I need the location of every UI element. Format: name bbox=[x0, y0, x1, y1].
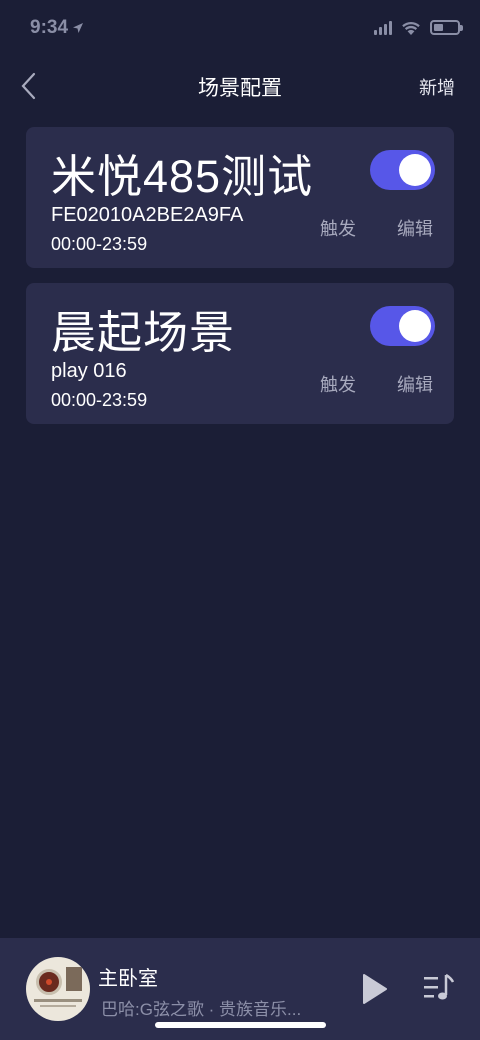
status-time-text: 9:34 bbox=[30, 17, 69, 38]
page-title: 场景配置 bbox=[198, 77, 282, 100]
battery-icon bbox=[430, 20, 463, 35]
status-bar: 9:34 bbox=[0, 0, 480, 58]
scene-name: 晨起场景 bbox=[51, 307, 236, 358]
scene-time-range: 00:00-23:59 bbox=[51, 234, 148, 254]
toggle-knob bbox=[399, 154, 431, 186]
toggle-knob bbox=[399, 310, 431, 342]
scene-name: 米悦485测试 bbox=[51, 151, 314, 202]
play-button[interactable] bbox=[358, 971, 390, 1007]
cell-signal-icon bbox=[374, 20, 392, 35]
album-art[interactable] bbox=[26, 957, 90, 1021]
album-disc-graphic bbox=[36, 969, 62, 995]
trigger-button[interactable]: 触发 bbox=[320, 215, 356, 241]
playlist-button[interactable] bbox=[420, 971, 456, 1005]
scene-card: 晨起场景 play 016 00:00-23:59 触发 编辑 bbox=[26, 283, 454, 424]
status-indicators bbox=[374, 20, 463, 35]
edit-button[interactable]: 编辑 bbox=[397, 215, 433, 241]
home-indicator bbox=[155, 1022, 326, 1028]
location-arrow-icon bbox=[73, 23, 84, 33]
nav-bar: 场景配置 新增 bbox=[0, 58, 480, 114]
trigger-button[interactable]: 触发 bbox=[320, 371, 356, 397]
scene-time-range: 00:00-23:59 bbox=[51, 390, 148, 410]
player-track-title[interactable]: 巴哈:G弦之歌 · 贵族音乐... bbox=[101, 995, 326, 1020]
battery-fill bbox=[434, 24, 443, 31]
scene-enable-toggle[interactable] bbox=[370, 306, 435, 346]
scene-card: 米悦485测试 FE02010A2BE2A9FA 00:00-23:59 触发 … bbox=[26, 127, 454, 268]
add-scene-button[interactable]: 新增 bbox=[419, 74, 455, 100]
player-room[interactable]: 主卧室 bbox=[98, 962, 158, 991]
playlist-music-icon bbox=[424, 973, 455, 1000]
album-text-graphic bbox=[34, 999, 82, 1002]
status-time: 9:34 bbox=[30, 17, 84, 39]
scene-subtitle: FE02010A2BE2A9FA bbox=[51, 204, 244, 226]
album-photo-graphic bbox=[66, 967, 82, 991]
wifi-icon bbox=[402, 21, 420, 35]
album-text-graphic bbox=[40, 1005, 76, 1007]
play-icon bbox=[363, 974, 387, 1004]
scene-subtitle: play 016 bbox=[51, 360, 127, 382]
scene-enable-toggle[interactable] bbox=[370, 150, 435, 190]
edit-button[interactable]: 编辑 bbox=[397, 371, 433, 397]
